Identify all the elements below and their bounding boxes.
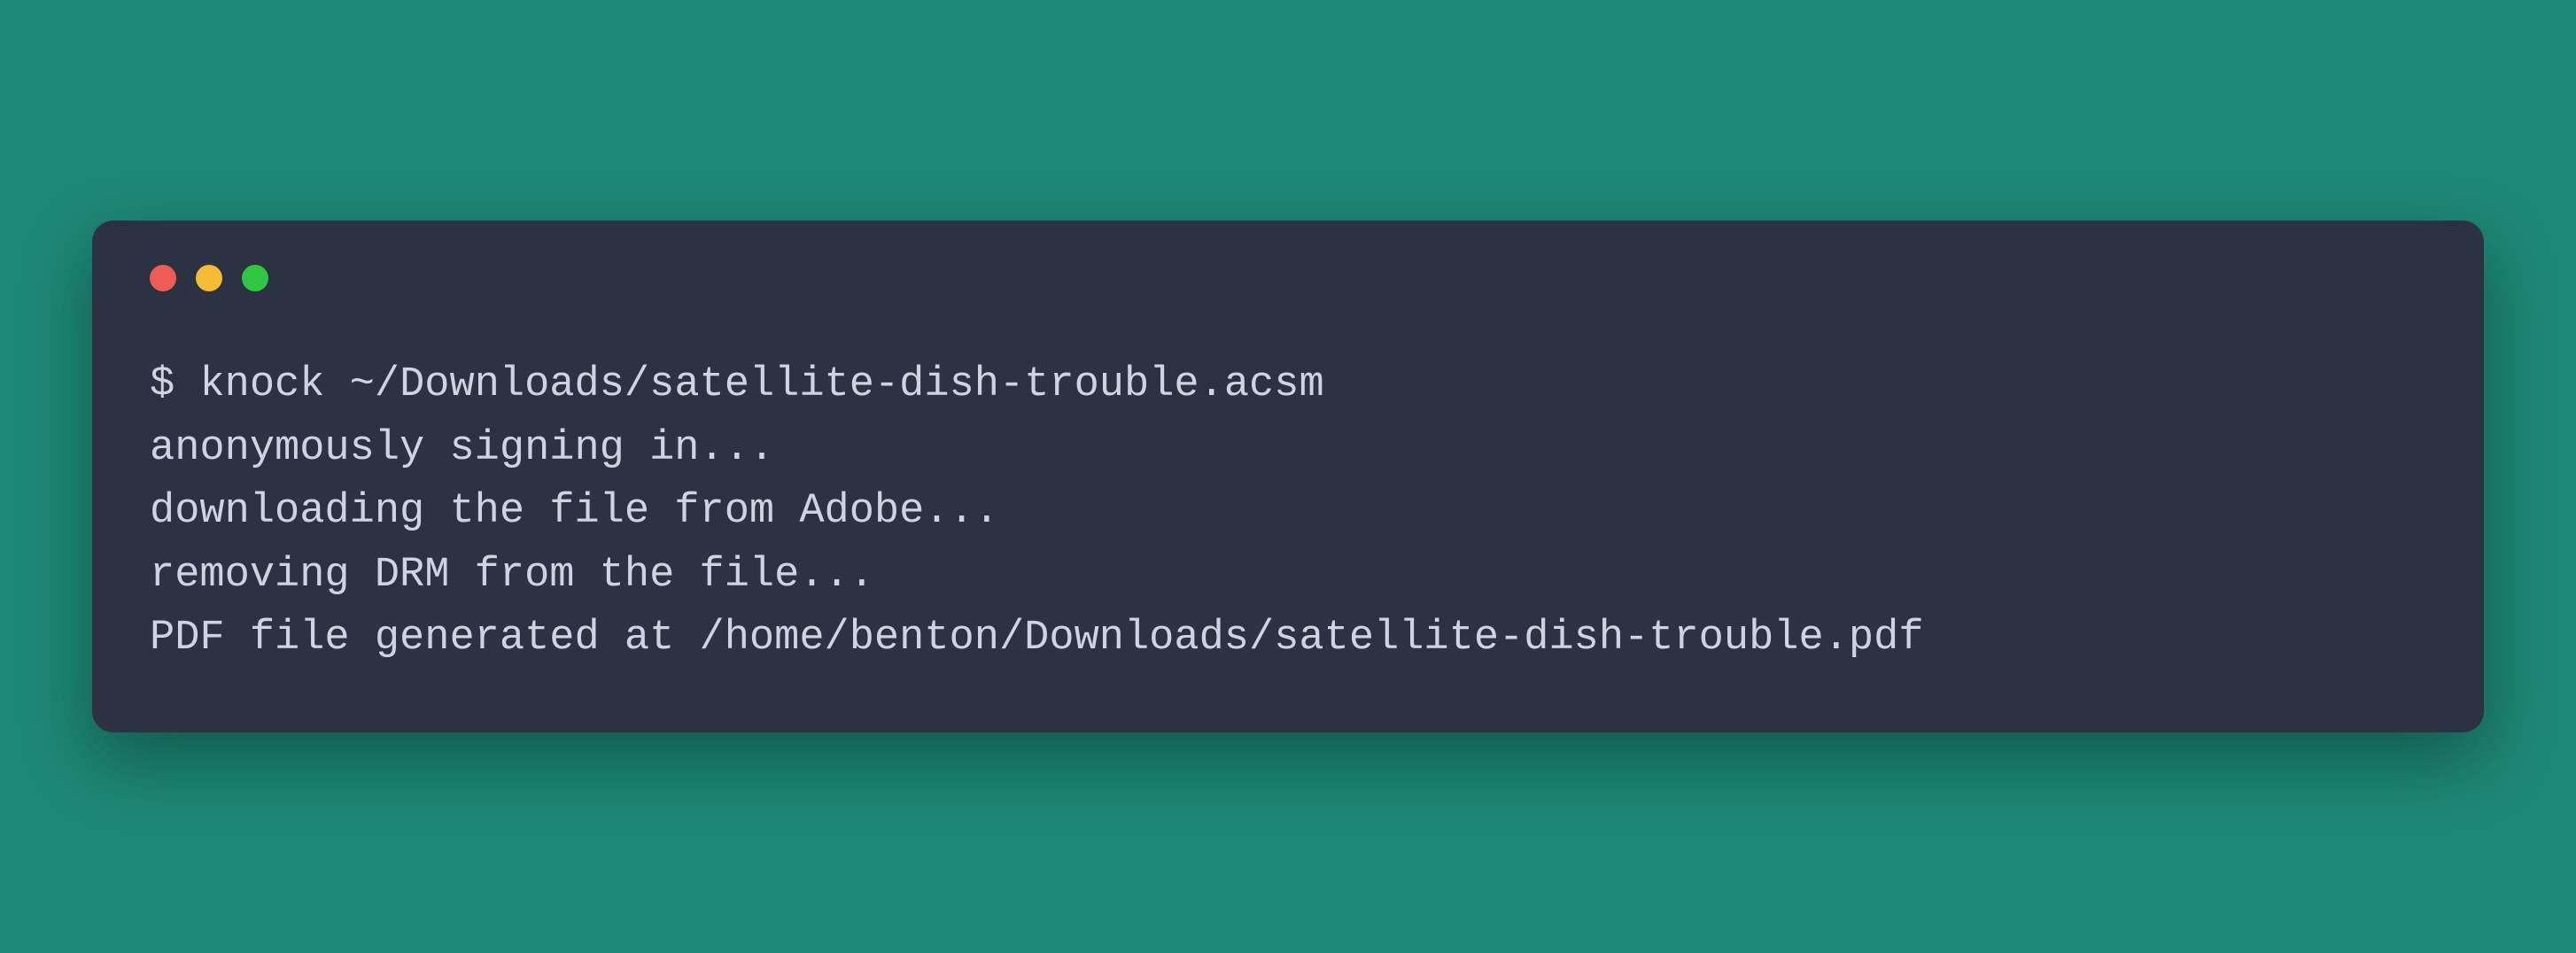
maximize-icon[interactable] [242,265,268,291]
close-icon[interactable] [150,265,176,291]
output-line: downloading the file from Adobe... [150,488,999,535]
minimize-icon[interactable] [196,265,222,291]
terminal-body[interactable]: $ knock ~/Downloads/satellite-dish-troub… [150,353,2426,670]
output-line: removing DRM from the file... [150,552,874,599]
output-line: PDF file generated at /home/benton/Downl… [150,615,1924,662]
command-text: knock ~/Downloads/satellite-dish-trouble… [199,361,1323,408]
window-titlebar [150,265,2426,291]
prompt-symbol: $ [150,361,175,408]
output-line: anonymously signing in... [150,425,774,472]
terminal-window: $ knock ~/Downloads/satellite-dish-troub… [92,221,2484,732]
